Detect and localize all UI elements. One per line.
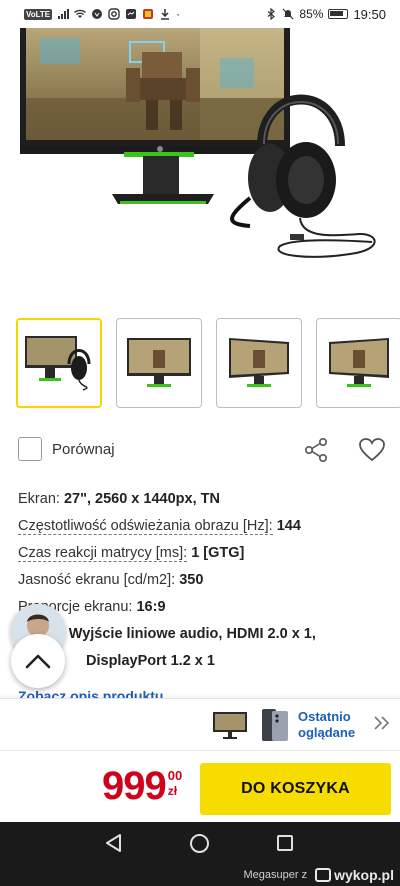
spec-list: Ekran: 27", 2560 x 1440px, TN Częstotliw… xyxy=(18,486,388,675)
double-chevron-right-icon[interactable] xyxy=(372,713,392,733)
product-main-image[interactable] xyxy=(0,28,400,300)
status-left: VoLTE · xyxy=(24,7,180,21)
vpn-shield-icon xyxy=(92,9,103,19)
spec-value: 27", 2560 x 1440px, TN xyxy=(63,491,220,507)
spec-response-time: Czas reakcji matrycy [ms]: 1 [GTG] xyxy=(18,540,388,567)
home-circle-icon[interactable] xyxy=(190,834,209,853)
spec-connectors: Złącza: Wyjście liniowe audio, HDMI 2.0 … xyxy=(18,621,388,648)
bluetooth-icon xyxy=(268,8,276,20)
messenger-icon xyxy=(126,9,137,19)
add-to-cart-button[interactable]: DO KOSZYKA xyxy=(200,763,391,815)
price-decimal: 00 xyxy=(167,768,183,783)
volte-badge: VoLTE xyxy=(24,8,53,20)
compare-row: Porównaj xyxy=(18,436,386,464)
thumbnail-strip xyxy=(16,318,400,408)
spec-key: Jasność ekranu [cd/m2]: xyxy=(18,572,176,588)
spec-key[interactable]: Czas reakcji matrycy [ms]: xyxy=(18,545,188,562)
system-nav-bar xyxy=(0,822,400,864)
spec-key[interactable]: Częstotliwość odświeżania obrazu [Hz]: xyxy=(18,518,273,535)
wykop-text: wykop.pl xyxy=(334,867,394,883)
thumbnail-image xyxy=(127,338,191,387)
compare-label[interactable]: Porównaj xyxy=(52,441,115,458)
wykop-logo-icon xyxy=(315,868,332,882)
spec-refresh-rate: Częstotliwość odświeżania obrazu [Hz]: 1… xyxy=(18,513,388,540)
scroll-to-top-button[interactable] xyxy=(11,634,65,688)
spec-connectors-continued: DisplayPort 1.2 x 1 xyxy=(18,648,388,675)
recent-product-phone-image xyxy=(262,709,288,741)
spec-value: 144 xyxy=(276,518,301,534)
spec-aspect-ratio: Proporcje ekranu: 16:9 xyxy=(18,594,388,621)
watermark-footer: Megasuper z wykop.pl xyxy=(0,864,400,886)
recent-product-monitor-image xyxy=(213,712,247,739)
thumbnail-3[interactable] xyxy=(216,318,302,408)
recently-viewed-label[interactable]: Ostatnio oglądane xyxy=(298,709,362,741)
instagram-icon xyxy=(108,8,120,20)
thumbnail-image xyxy=(25,336,91,391)
add-to-cart-bar: 999 00 zł DO KOSZYKA xyxy=(0,750,400,822)
monitor-with-headset-image xyxy=(20,28,376,258)
share-icon[interactable] xyxy=(302,436,330,464)
status-right: 85% 19:50 xyxy=(265,7,386,22)
spec-value: 1 [GTG] xyxy=(191,545,245,561)
spec-screen: Ekran: 27", 2560 x 1440px, TN xyxy=(18,486,388,513)
recent-apps-square-icon[interactable] xyxy=(277,835,293,851)
spec-key: Ekran: xyxy=(18,491,60,507)
chevron-up-icon xyxy=(25,654,51,669)
compare-checkbox[interactable] xyxy=(18,437,42,461)
price-fraction-group: 00 zł xyxy=(168,769,182,799)
watermark-author: Megasuper z xyxy=(243,869,308,881)
thumbnail-4[interactable] xyxy=(316,318,400,408)
more-dots: · xyxy=(176,7,181,21)
clock: 19:50 xyxy=(353,6,386,22)
product-description-link[interactable]: Zobacz opis produktu xyxy=(18,688,163,698)
back-triangle-icon[interactable] xyxy=(104,833,124,853)
spec-value: Wyjście liniowe audio, HDMI 2.0 x 1, xyxy=(68,626,316,642)
price-currency: zł xyxy=(167,784,178,798)
price-integer: 999 xyxy=(102,764,167,808)
spec-brightness: Jasność ekranu [cd/m2]: 350 xyxy=(18,567,388,594)
spec-value: 350 xyxy=(179,572,204,588)
download-icon xyxy=(161,9,170,20)
battery-icon xyxy=(328,9,349,19)
thumbnail-image xyxy=(229,338,289,387)
thumbnail-2[interactable] xyxy=(116,318,202,408)
battery-percent: 85% xyxy=(299,7,324,21)
app-notification-icon xyxy=(143,9,154,19)
signal-icon xyxy=(58,9,70,19)
thumbnail-1[interactable] xyxy=(16,318,102,408)
wykop-logo: wykop.pl xyxy=(315,867,394,883)
recently-viewed-bar[interactable]: Ostatnio oglądane xyxy=(0,698,400,750)
status-bar: VoLTE · 85% 19:50 xyxy=(0,0,400,28)
wifi-icon xyxy=(74,9,87,18)
spec-value: 16:9 xyxy=(136,599,166,615)
spec-value: DisplayPort 1.2 x 1 xyxy=(86,653,215,669)
price: 999 00 zł xyxy=(102,761,182,811)
mute-bell-icon xyxy=(282,8,294,20)
thumbnail-image xyxy=(329,338,389,387)
heart-icon[interactable] xyxy=(358,436,386,464)
